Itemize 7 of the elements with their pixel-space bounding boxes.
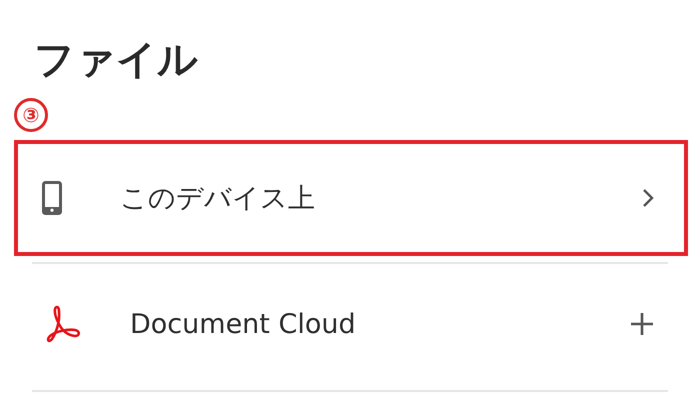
add-icon[interactable] [630, 312, 654, 336]
file-location-item[interactable]: このデバイス上 [14, 140, 688, 256]
page-title: ファイル [33, 36, 199, 84]
phone-icon [42, 181, 62, 215]
chevron-right-icon [642, 188, 654, 208]
step-number-badge: ③ [14, 98, 48, 132]
file-location-item[interactable]: Document Cloud [14, 264, 688, 384]
